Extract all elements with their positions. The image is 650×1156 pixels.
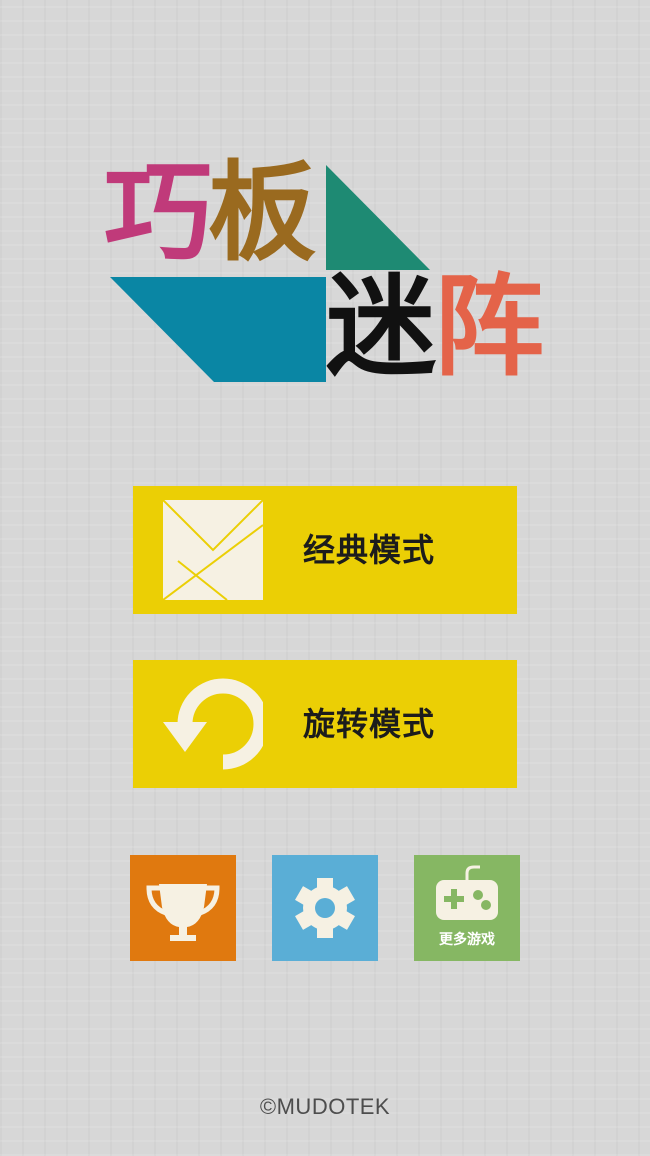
gear-icon <box>295 878 355 938</box>
settings-button[interactable] <box>272 855 378 961</box>
logo-teal-triangle <box>326 165 430 270</box>
logo-char-ban: 板 <box>208 151 317 276</box>
rotate-arrow-icon <box>163 678 263 770</box>
logo-char-qiao: 巧 <box>104 151 213 276</box>
more-games-label: 更多游戏 <box>439 932 495 948</box>
more-games-button[interactable]: 更多游戏 <box>414 855 520 961</box>
logo-char-mi: 迷 <box>326 263 436 391</box>
tangram-square-icon <box>163 500 263 600</box>
classic-mode-button[interactable]: 经典模式 <box>133 486 517 614</box>
logo-blue-parallelogram <box>110 277 326 382</box>
trophy-icon <box>146 884 220 941</box>
rotate-mode-button[interactable]: 旋转模式 <box>133 660 517 788</box>
logo-char-zhen: 阵 <box>434 263 544 391</box>
leaderboard-button[interactable] <box>130 855 236 961</box>
copyright-text: ©MUDOTEK <box>259 1094 391 1119</box>
game-logo: 巧 板 迷 阵 <box>104 160 554 386</box>
rotate-mode-label: 旋转模式 <box>303 705 436 743</box>
classic-mode-label: 经典模式 <box>303 531 436 569</box>
